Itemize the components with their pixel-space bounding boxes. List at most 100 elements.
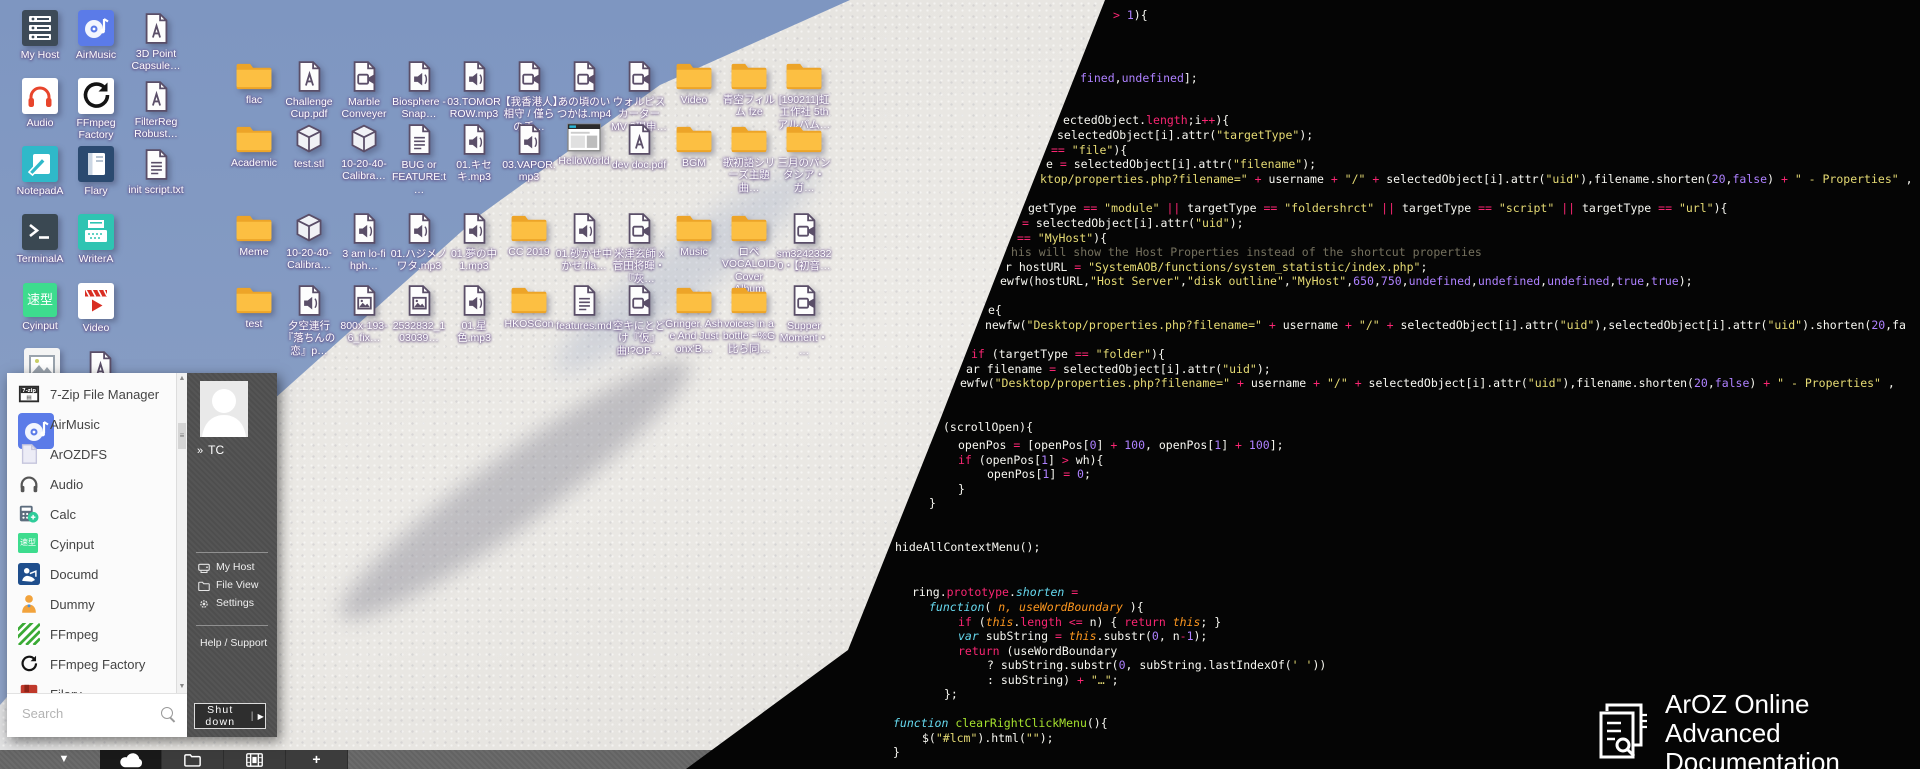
desktop-item[interactable]: Music <box>666 212 722 258</box>
start-menu-item[interactable]: FFmpeg <box>7 619 187 649</box>
desktop-item[interactable]: Academic <box>226 123 282 169</box>
brand-logo: ArOZ Online Advanced Documentation <box>1593 690 1920 769</box>
start-menu-item[interactable]: 7-zip▤ 7-Zip File Manager <box>7 379 187 409</box>
scroll-down-icon[interactable]: ▼ <box>177 681 187 693</box>
start-menu-item[interactable]: Filary <box>7 679 187 693</box>
help-support-link[interactable]: Help / Support <box>200 637 267 649</box>
taskbar-tab[interactable] <box>100 750 162 769</box>
code-line: function clearRightClickMenu(){ <box>893 716 1108 730</box>
start-menu-item-label: Dummy <box>50 597 95 612</box>
terminala-icon <box>22 214 58 250</box>
desktop-item[interactable]: 2532832_1 03039… <box>391 284 447 345</box>
desktop-item[interactable]: 3 am lo-fi hph… <box>336 212 392 273</box>
desktop-item[interactable]: 01.夢の中1.mp3 <box>446 212 502 273</box>
desktop-item[interactable]: init script.txt <box>128 148 184 196</box>
desktop-item[interactable]: test <box>226 284 282 330</box>
search-icon[interactable] <box>161 707 173 719</box>
desktop-item[interactable]: 800x-193-6_fix… <box>336 284 392 345</box>
taskbar-tab[interactable] <box>162 750 224 769</box>
desktop-item[interactable]: HKOSCon <box>501 284 557 330</box>
desktop-item[interactable]: 03.VAPOR.mp3 <box>501 123 557 184</box>
desktop-item[interactable]: Video <box>666 60 722 106</box>
start-menu-item[interactable]: Documd <box>7 559 187 589</box>
desktop-item[interactable]: 夕空連行『落ちんの恋』p… <box>281 284 337 357</box>
desktop-item[interactable]: 10-20-40-Calibra… <box>281 212 337 272</box>
desktop-item[interactable]: [190211]虹工作社 5thアルバム… <box>776 60 832 131</box>
desktop-item-label: 03.VAPOR.mp3 <box>500 159 558 184</box>
desktop-item[interactable]: 米津玄師 x 菅田将暉・『灰… <box>611 212 667 285</box>
taskbar-tab[interactable] <box>224 750 286 769</box>
desktop-item[interactable]: 3D Point Capsule… <box>128 12 184 73</box>
desktop-item[interactable]: ロペVOCALOID Cover Album <box>721 212 777 296</box>
code-line: openPos = [openPos[0] + 100, openPos[1] … <box>958 438 1284 452</box>
gearmini-icon <box>198 597 210 609</box>
desktop-item[interactable]: FFmpeg Factory <box>68 78 124 142</box>
desktop-item[interactable]: BUG or FEATURE:t… <box>391 123 447 196</box>
pdf-icon <box>296 60 323 93</box>
video-icon <box>791 284 818 317</box>
desktop-item[interactable]: test.stl <box>281 123 337 170</box>
desktop-item[interactable]: あの頃のいつかは.mp4 <box>556 60 612 121</box>
start-menu-item[interactable]: 速型 Cyinput <box>7 529 187 559</box>
desktop-item[interactable]: WriterA <box>68 214 124 265</box>
desktop-item[interactable]: 01.ハジメノワタ.mp3 <box>391 212 447 273</box>
desktop-item[interactable]: NotepadA <box>12 146 68 197</box>
desktop-item[interactable]: features.md <box>556 284 612 332</box>
taskbar-collapse-button[interactable]: ▼ <box>50 750 78 769</box>
avatar[interactable] <box>200 381 248 437</box>
search-input[interactable] <box>20 705 154 722</box>
code-line: ? subString.substr(0, subString.lastInde… <box>987 658 1326 672</box>
user-shortcut[interactable]: My Host <box>198 561 258 573</box>
desktop-item[interactable]: 青空フィルム fze <box>721 60 777 119</box>
desktop-item[interactable]: Meme <box>226 212 282 258</box>
desktop-item[interactable]: AirMusic <box>68 10 124 61</box>
desktop-item-label: Meme <box>225 246 283 258</box>
taskbar-tab[interactable]: + <box>286 750 348 769</box>
desktop-item[interactable]: TerminalA <box>12 214 68 265</box>
start-menu-item[interactable]: Audio <box>7 469 187 499</box>
scroll-up-icon[interactable]: ▲ <box>177 373 187 385</box>
desktop-item[interactable]: 03.TOMORROW.mp3 <box>446 60 502 121</box>
desktop-item[interactable]: CC 2019 <box>501 212 557 258</box>
desktop-item[interactable]: flac <box>226 60 282 106</box>
desktop-item[interactable]: 01.砂かせ中かせ.fla… <box>556 212 612 273</box>
start-menu-item[interactable]: Calc <box>7 499 187 529</box>
start-menu-item[interactable]: ArOZDFS <box>7 439 187 469</box>
desktop-item[interactable]: sm32423320・【初音… <box>776 212 832 273</box>
desktop-item[interactable]: Video <box>68 283 124 334</box>
user-shortcut-label: Settings <box>216 597 254 609</box>
desktop-item-label: Video <box>67 322 125 334</box>
desktop-item[interactable]: dev doc.pdf <box>611 123 667 171</box>
desktop-item[interactable]: 10-20-40-Calibra… <box>336 123 392 183</box>
desktop-item[interactable]: Challenge Cup.pdf <box>281 60 337 121</box>
desktop-item[interactable]: Audio <box>12 78 68 129</box>
shutdown-button[interactable]: Shut down | ▶ <box>194 703 266 729</box>
start-menu-scrollbar[interactable]: ▲ ≡ ▼ <box>176 373 187 693</box>
desktop-item[interactable]: Supper Moment・… <box>776 284 832 357</box>
desktop-item[interactable]: My Host <box>12 10 68 61</box>
desktop-item[interactable]: Flary <box>68 146 124 197</box>
desktop-item[interactable]: FilterReg Robust… <box>128 80 184 141</box>
pdf-icon <box>626 123 653 156</box>
desktop-item[interactable]: voices in a bottle ~%G 比ら同… <box>721 284 777 355</box>
desktop-item[interactable]: HelloWorld <box>556 123 612 167</box>
desktop-item[interactable]: 三月のパンタシア・ガ… <box>776 123 832 194</box>
start-menu-item[interactable]: Dummy <box>7 589 187 619</box>
desktop-item[interactable]: Biosphere - Snap… <box>391 60 447 121</box>
desktop-item-label: 空キにとどけ『仮』曲!?OP… <box>610 320 668 357</box>
start-menu-item[interactable]: AirMusic <box>7 409 187 439</box>
user-label[interactable]: »TC <box>197 443 224 457</box>
start-menu-item[interactable]: FFmpeg Factory <box>7 649 187 679</box>
user-shortcut[interactable]: File View <box>198 579 258 591</box>
user-shortcut[interactable]: Settings <box>198 597 258 609</box>
desktop-item[interactable]: 歌初語シリーズ主題曲… <box>721 123 777 194</box>
desktop-item[interactable]: Gringer, Ash e And Just onx'B… <box>666 284 722 355</box>
desktop-item[interactable]: 速型 Cyinput <box>12 283 68 332</box>
desktop-item-label: Biosphere - Snap… <box>390 96 448 121</box>
cyinputs-icon: 速型 <box>18 533 40 555</box>
desktop-item[interactable]: 空キにとどけ『仮』曲!?OP… <box>611 284 667 357</box>
desktop-item[interactable]: BGM <box>666 123 722 169</box>
scroll-handle[interactable]: ≡ <box>178 423 186 449</box>
desktop-item[interactable]: 01.キセキ.mp3 <box>446 123 502 184</box>
desktop-item[interactable]: 01.星色.mp3 <box>446 284 502 345</box>
